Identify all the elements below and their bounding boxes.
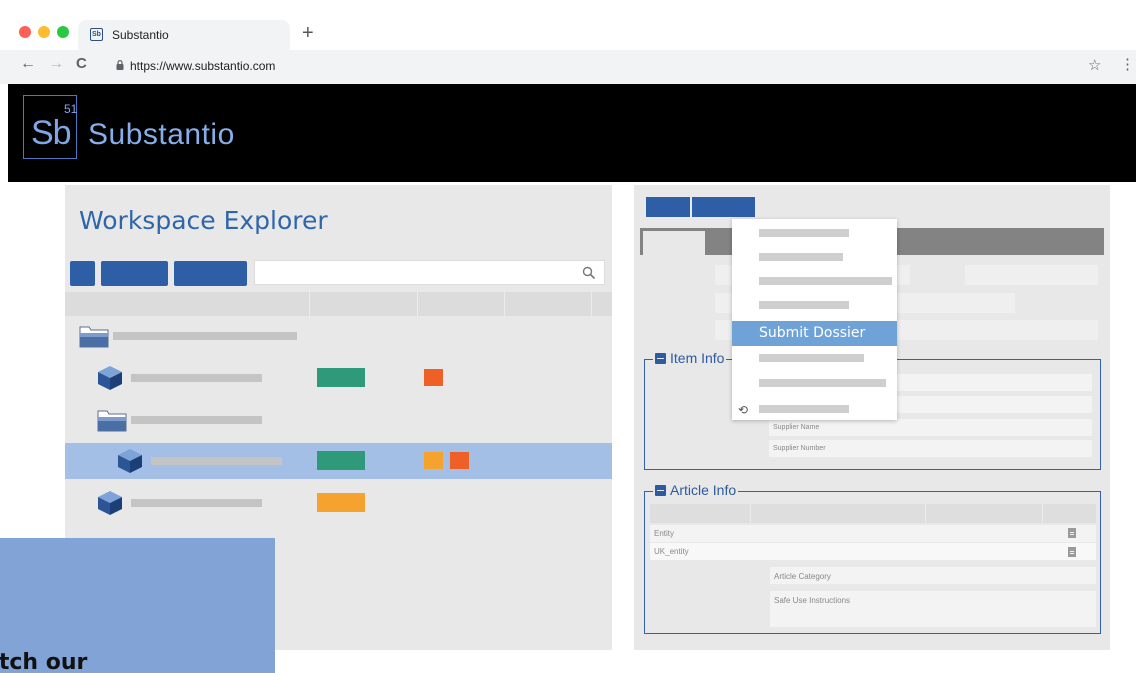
menu-item-submit-dossier[interactable]: Submit Dossier xyxy=(732,321,897,346)
new-tab-button[interactable]: + xyxy=(302,22,314,45)
item-info-legend[interactable]: Item Info xyxy=(653,350,727,366)
article-info-legend[interactable]: Article Info xyxy=(653,482,739,498)
column-divider xyxy=(925,504,926,523)
column-divider xyxy=(750,504,751,523)
status-badge xyxy=(317,451,365,470)
browser-address-bar: ← → C https://www.substantio.com ☆ ⋮ xyxy=(0,50,1136,84)
menu-item[interactable] xyxy=(759,277,892,285)
status-badge xyxy=(317,368,365,387)
forward-arrow-icon[interactable]: → xyxy=(48,55,64,73)
browser-menu-icon[interactable]: ⋮ xyxy=(1120,55,1135,73)
toolbar-button-3[interactable] xyxy=(174,261,247,286)
substance-cube-icon xyxy=(98,366,122,390)
article-info-section: Article Info Entity UK_entity Article Ca… xyxy=(644,482,1101,634)
menu-item[interactable] xyxy=(759,301,849,309)
menu-item[interactable] xyxy=(759,253,843,261)
table-row[interactable]: Entity xyxy=(650,525,1096,542)
table-row[interactable] xyxy=(65,443,612,479)
reload-icon[interactable]: C xyxy=(76,55,87,72)
url-field[interactable]: https://www.substantio.com xyxy=(106,54,1106,79)
close-window-button[interactable] xyxy=(19,26,31,38)
column-divider xyxy=(504,292,505,316)
favicon-icon: Sb xyxy=(90,28,103,41)
toolbar-button-1[interactable] xyxy=(70,261,95,286)
collapse-icon[interactable] xyxy=(655,484,666,496)
search-input[interactable] xyxy=(254,260,605,285)
brand-name: Substantio xyxy=(88,118,235,151)
search-icon xyxy=(582,266,596,280)
substance-cube-icon xyxy=(118,449,142,473)
menu-item[interactable] xyxy=(759,379,886,387)
folder-icon xyxy=(79,326,109,348)
document-icon[interactable] xyxy=(1068,547,1076,557)
article-category-field[interactable]: Article Category xyxy=(770,567,1096,584)
item-name-placeholder xyxy=(113,332,297,340)
item-name-placeholder xyxy=(131,499,262,507)
logo-symbol: Sb xyxy=(31,114,72,152)
item-name-placeholder xyxy=(131,374,262,382)
form-field[interactable] xyxy=(965,265,1098,285)
menu-item[interactable] xyxy=(759,229,849,237)
safe-use-instructions-field[interactable]: Safe Use Instructions xyxy=(770,591,1096,627)
supplier-name-field[interactable]: Supplier Name xyxy=(769,419,1092,436)
table-row[interactable] xyxy=(65,318,612,354)
tab-title: Substantio xyxy=(112,28,169,42)
item-name-placeholder xyxy=(131,416,262,424)
supplier-number-field[interactable]: Supplier Number xyxy=(769,440,1092,457)
browser-tab-bar: Sb Substantio + xyxy=(0,0,1136,50)
table-row[interactable] xyxy=(65,360,612,396)
folder-icon xyxy=(97,410,127,432)
page-title: Workspace Explorer xyxy=(79,206,328,235)
flag-badge xyxy=(450,452,469,469)
promo-text: atch our xyxy=(0,650,88,673)
column-divider xyxy=(309,292,310,316)
logo-number: 51 xyxy=(64,102,78,116)
app-header: Sb 51 Substantio xyxy=(8,84,1136,182)
url-text: https://www.substantio.com xyxy=(130,59,276,73)
action-button-2[interactable] xyxy=(692,197,755,217)
bookmark-star-icon[interactable]: ☆ xyxy=(1088,56,1101,74)
lock-icon xyxy=(116,60,124,70)
tab-active[interactable] xyxy=(643,231,705,256)
item-info-title: Item Info xyxy=(670,350,725,366)
minimize-window-button[interactable] xyxy=(38,26,50,38)
document-icon[interactable] xyxy=(1068,528,1076,538)
promo-banner[interactable]: atch our xyxy=(0,538,275,673)
article-info-title: Article Info xyxy=(670,482,737,498)
action-dropdown-menu: Submit Dossier ⟲ xyxy=(732,219,897,420)
column-divider xyxy=(417,292,418,316)
article-table-header xyxy=(650,504,1096,523)
flag-badge xyxy=(424,452,443,469)
flag-badge xyxy=(424,369,443,386)
status-badge xyxy=(317,493,365,512)
table-row[interactable] xyxy=(65,485,612,521)
table-row[interactable] xyxy=(65,402,612,438)
menu-item[interactable] xyxy=(759,354,864,362)
column-divider xyxy=(591,292,592,316)
collapse-icon[interactable] xyxy=(655,352,666,364)
toolbar-button-2[interactable] xyxy=(101,261,168,286)
menu-item[interactable] xyxy=(759,405,849,413)
browser-tab[interactable]: Sb Substantio xyxy=(78,20,290,50)
maximize-window-button[interactable] xyxy=(57,26,69,38)
screenshot: Sb Substantio + ← → C https://www.substa… xyxy=(0,0,1136,673)
table-row[interactable]: UK_entity xyxy=(650,543,1096,560)
action-button-1[interactable] xyxy=(646,197,690,217)
back-arrow-icon[interactable]: ← xyxy=(20,55,36,73)
table-header xyxy=(65,292,612,316)
logo[interactable]: Sb 51 xyxy=(23,95,77,159)
history-icon: ⟲ xyxy=(738,403,749,417)
column-divider xyxy=(1042,504,1043,523)
substance-cube-icon xyxy=(98,491,122,515)
item-name-placeholder xyxy=(151,457,282,465)
